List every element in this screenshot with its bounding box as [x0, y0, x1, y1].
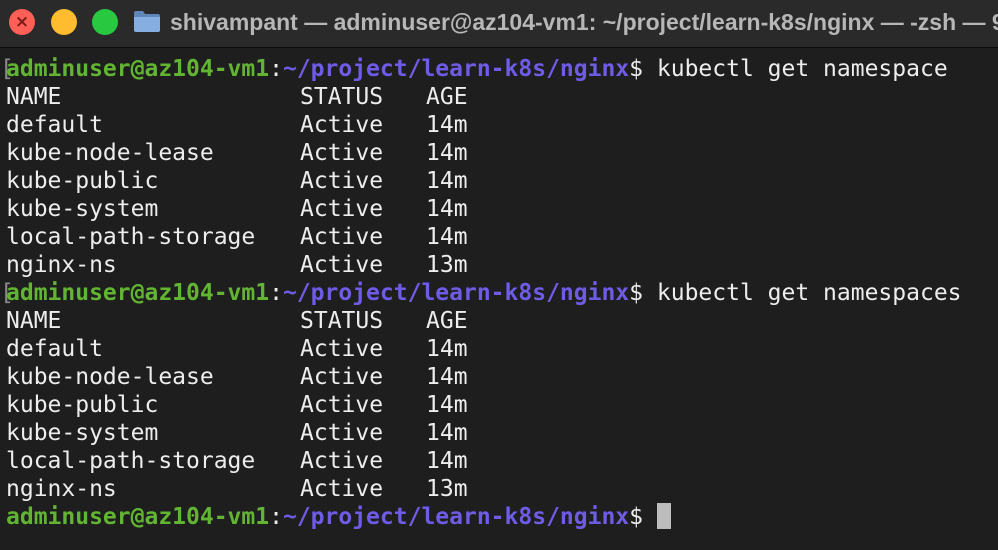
table-row-cell: 14m: [426, 112, 468, 138]
table-row-cell: kube-node-lease: [6, 364, 214, 390]
table-row-cell: Active: [300, 420, 384, 446]
prompt-symbol: $: [629, 56, 644, 82]
table-row-cell: Active: [300, 224, 384, 250]
prompt-line: [adminuser@az104-vm1:~/project/learn-k8s…: [0, 55, 998, 83]
close-button[interactable]: ×: [9, 9, 35, 35]
table-row: nginx-ns Active 13m: [0, 475, 998, 503]
table-header-cell: STATUS: [300, 84, 384, 110]
prompt-user: adminuser@az104-vm1: [6, 504, 270, 530]
table-row-cell: kube-system: [6, 420, 159, 446]
table-row-cell: 13m: [426, 252, 468, 278]
table-row-cell: kube-public: [6, 392, 159, 418]
prompt-separator: :: [269, 56, 283, 82]
title-bar[interactable]: × shivampant — adminuser@az104-vm1: ~/pr…: [0, 0, 998, 48]
prompt-bracket: [: [0, 56, 14, 82]
table-row-cell: 14m: [426, 448, 468, 474]
table-row-cell: default: [6, 112, 103, 138]
table-row: kube-node-lease Active 14m: [0, 139, 998, 167]
table-header-cell: NAME: [6, 84, 62, 110]
prompt-symbol: $: [629, 280, 644, 306]
window-title: shivampant — adminuser@az104-vm1: ~/proj…: [170, 9, 998, 35]
table-row-cell: 14m: [426, 336, 468, 362]
folder-icon: [134, 11, 160, 32]
table-header-cell: NAME: [6, 308, 62, 334]
table-row-cell: Active: [300, 112, 384, 138]
command-text: kubectl get namespaces: [656, 280, 962, 306]
table-row-cell: Active: [300, 364, 384, 390]
table-row-cell: Active: [300, 392, 384, 418]
table-row-cell: Active: [300, 196, 384, 222]
table-header: NAME STATUS AGE: [0, 83, 998, 111]
table-row-cell: Active: [300, 168, 384, 194]
table-row-cell: nginx-ns: [6, 252, 117, 278]
table-row-cell: Active: [300, 140, 384, 166]
table-header-cell: AGE: [426, 308, 468, 334]
table-row-cell: 14m: [426, 168, 468, 194]
prompt-path: ~/project/learn-k8s/nginx: [282, 504, 630, 530]
table-row-cell: 14m: [426, 392, 468, 418]
table-row-cell: 14m: [426, 224, 468, 250]
prompt-path: ~/project/learn-k8s/nginx: [282, 280, 630, 306]
minimize-button[interactable]: [51, 9, 77, 35]
table-row: nginx-ns Active 13m: [0, 251, 998, 279]
table-row-cell: Active: [300, 252, 384, 278]
close-icon: ×: [14, 12, 30, 32]
table-row-cell: kube-system: [6, 196, 159, 222]
prompt-bracket: [: [0, 280, 14, 306]
table-row-cell: default: [6, 336, 103, 362]
prompt-separator: :: [269, 504, 283, 530]
table-row-cell: 14m: [426, 140, 468, 166]
table-row-cell: local-path-storage: [6, 224, 256, 250]
prompt-symbol: $: [629, 504, 644, 530]
table-row: kube-system Active 14m: [0, 195, 998, 223]
command-text: kubectl get namespace: [656, 56, 948, 82]
table-row-cell: Active: [300, 448, 384, 474]
table-row-cell: kube-node-lease: [6, 140, 214, 166]
table-header-cell: STATUS: [300, 308, 384, 334]
terminal-window: × shivampant — adminuser@az104-vm1: ~/pr…: [0, 0, 998, 550]
table-header-cell: AGE: [426, 84, 468, 110]
text-cursor[interactable]: [657, 503, 672, 529]
table-row: default Active 14m: [0, 111, 998, 139]
table-row-cell: 14m: [426, 364, 468, 390]
prompt-separator: :: [269, 280, 283, 306]
table-row: kube-public Active 14m: [0, 167, 998, 195]
terminal-output[interactable]: [adminuser@az104-vm1:~/project/learn-k8s…: [0, 55, 998, 550]
table-row: local-path-storage Active 14m: [0, 223, 998, 251]
prompt-user: adminuser@az104-vm1: [6, 56, 270, 82]
table-row: kube-node-lease Active 14m: [0, 363, 998, 391]
table-row-cell: kube-public: [6, 168, 159, 194]
table-row: local-path-storage Active 14m: [0, 447, 998, 475]
table-row-cell: Active: [300, 476, 384, 502]
table-header: NAME STATUS AGE: [0, 307, 998, 335]
table-row-cell: local-path-storage: [6, 448, 256, 474]
table-row: kube-system Active 14m: [0, 419, 998, 447]
table-row-cell: 14m: [426, 420, 468, 446]
table-row-cell: Active: [300, 336, 384, 362]
zoom-button[interactable]: [92, 9, 118, 35]
prompt-line: adminuser@az104-vm1:~/project/learn-k8s/…: [0, 503, 998, 531]
table-row-cell: nginx-ns: [6, 476, 117, 502]
table-row-cell: 14m: [426, 196, 468, 222]
table-row: default Active 14m: [0, 335, 998, 363]
prompt-line: [adminuser@az104-vm1:~/project/learn-k8s…: [0, 279, 998, 307]
table-row: kube-public Active 14m: [0, 391, 998, 419]
prompt-user: adminuser@az104-vm1: [6, 280, 270, 306]
prompt-path: ~/project/learn-k8s/nginx: [282, 56, 630, 82]
table-row-cell: 13m: [426, 476, 468, 502]
